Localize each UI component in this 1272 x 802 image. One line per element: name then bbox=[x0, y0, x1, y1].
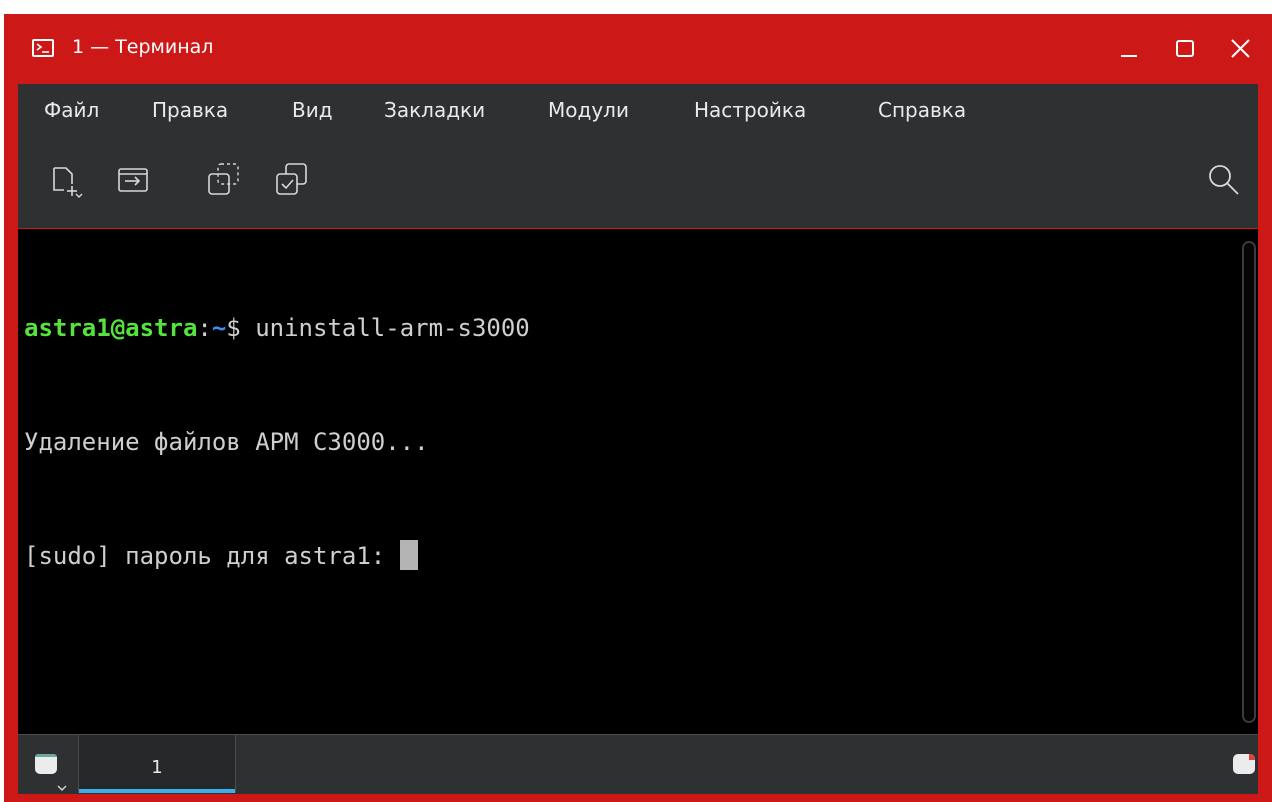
active-tab-indicator bbox=[79, 789, 235, 793]
menu-plugins[interactable]: Модули bbox=[548, 98, 629, 122]
copy-input-button[interactable] bbox=[272, 160, 312, 200]
sudo-prompt-line: [sudo] пароль для astra1: bbox=[24, 537, 530, 575]
chevron-down-icon[interactable] bbox=[56, 777, 68, 796]
prompt-path: ~ bbox=[211, 314, 227, 342]
split-view-button[interactable] bbox=[114, 160, 154, 200]
tab-list-icon bbox=[35, 754, 57, 774]
title-bar[interactable]: 1 — Терминал bbox=[4, 14, 1272, 84]
tab-label: 1 bbox=[151, 757, 163, 778]
toolbar bbox=[18, 138, 1258, 228]
menu-view[interactable]: Вид bbox=[292, 98, 333, 122]
maximize-button[interactable] bbox=[1168, 32, 1202, 66]
detach-tab-button[interactable] bbox=[204, 160, 244, 200]
search-icon bbox=[1209, 165, 1239, 195]
output-line: Удаление файлов АРМ С3000... bbox=[24, 428, 429, 456]
command-text: uninstall-arm-s3000 bbox=[255, 314, 530, 342]
detach-tab-icon bbox=[208, 163, 239, 195]
prompt-user: astra1@astra bbox=[24, 314, 198, 342]
menu-help[interactable]: Справка bbox=[878, 98, 966, 122]
minimize-button[interactable] bbox=[1113, 32, 1147, 66]
tab-1[interactable]: 1 bbox=[78, 735, 236, 793]
search-button[interactable] bbox=[1204, 160, 1244, 200]
terminal-output[interactable]: astra1@astra:~$ uninstall-arm-s3000 Удал… bbox=[18, 229, 1258, 734]
new-tab-menu-button[interactable] bbox=[34, 751, 60, 777]
tab-bar: 1 bbox=[18, 734, 1258, 794]
menu-edit[interactable]: Правка bbox=[152, 98, 228, 122]
menu-settings[interactable]: Настройка bbox=[694, 98, 806, 122]
prompt-symbol: $ bbox=[226, 314, 256, 342]
maximize-icon bbox=[1176, 40, 1194, 57]
menu-bar: Файл Правка Вид Закладки Модули Настройк… bbox=[18, 84, 1258, 138]
copy-input-icon bbox=[276, 163, 307, 195]
terminal-app-icon bbox=[32, 39, 54, 57]
new-tab-button[interactable] bbox=[46, 160, 86, 200]
scrollbar-handle[interactable] bbox=[1244, 243, 1254, 721]
close-tab-icon bbox=[1233, 754, 1255, 774]
text-cursor bbox=[399, 540, 418, 570]
split-view-icon bbox=[118, 168, 148, 192]
new-tab-icon bbox=[53, 167, 83, 198]
menu-bookmarks[interactable]: Закладки bbox=[384, 98, 485, 122]
menu-file[interactable]: Файл bbox=[44, 98, 99, 122]
close-button[interactable] bbox=[1224, 32, 1258, 66]
window-title: 1 — Терминал bbox=[72, 36, 214, 58]
terminal-window: 1 — Терминал Файл Правка Вид Закладки Мо… bbox=[4, 14, 1272, 802]
sudo-prompt-text: [sudo] пароль для astra1: bbox=[24, 542, 400, 570]
close-icon bbox=[1231, 39, 1250, 58]
prompt-line: astra1@astra:~$ uninstall-arm-s3000 bbox=[24, 309, 530, 347]
prompt-separator: : bbox=[197, 314, 212, 342]
minimize-icon bbox=[1121, 55, 1137, 57]
close-tab-button[interactable] bbox=[1232, 751, 1258, 777]
